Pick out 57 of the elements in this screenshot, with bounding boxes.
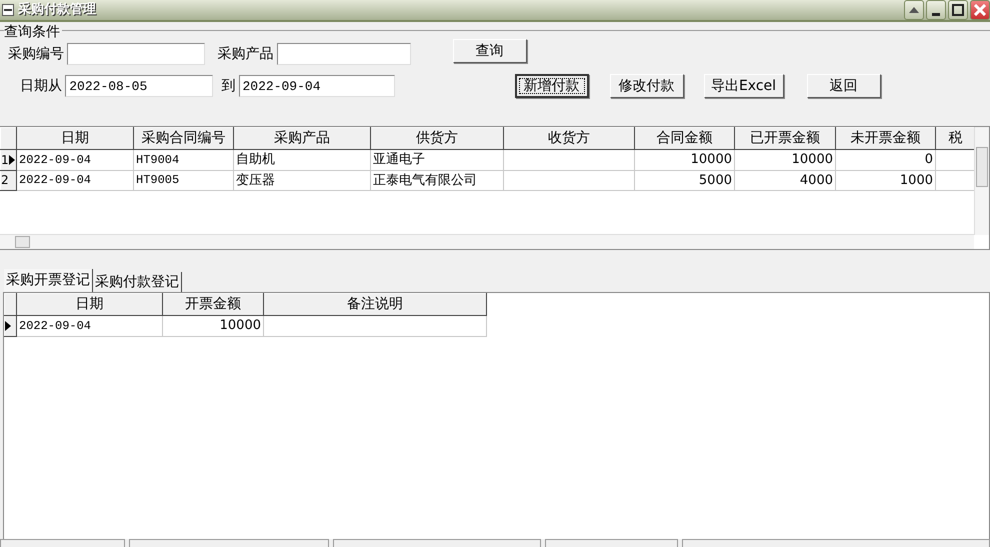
- table-cell: 5000: [634, 170, 734, 190]
- table-cell: 2022-09-04: [16, 170, 134, 190]
- horizontal-scrollbar[interactable]: [0, 234, 974, 249]
- table-cell: 2022-09-04: [16, 316, 162, 336]
- column-header[interactable]: 采购产品: [234, 128, 370, 150]
- maximize-icon: [952, 4, 964, 16]
- column-header[interactable]: 收货方: [504, 128, 634, 150]
- column-header[interactable]: 合同金额: [634, 128, 734, 150]
- row-number: 2: [2, 172, 9, 190]
- collapse-button[interactable]: [904, 0, 924, 20]
- window-title: 采购付款管理: [18, 0, 97, 20]
- column-header[interactable]: 税: [936, 128, 976, 150]
- action-button[interactable]: 修改付款: [610, 74, 684, 98]
- table-cell: 亚通电子: [370, 150, 504, 170]
- input-field[interactable]: 2022-09-04: [238, 75, 394, 97]
- input-field[interactable]: 2022-08-05: [65, 75, 214, 97]
- table-cell: HT9005: [134, 170, 234, 190]
- input-field[interactable]: [276, 43, 410, 65]
- field-label: 日期从: [19, 76, 62, 96]
- table-cell: 1000: [836, 170, 936, 190]
- table-cell: 10000: [634, 150, 734, 170]
- column-header[interactable]: 日期: [16, 294, 162, 316]
- action-button[interactable]: 返回: [806, 74, 880, 98]
- column-header[interactable]: 日期: [16, 128, 134, 150]
- field-label: 采购产品: [217, 44, 274, 64]
- table-cell: 自助机: [234, 150, 370, 170]
- table-cell: 10000: [734, 150, 836, 170]
- action-button[interactable]: 导出Excel: [704, 74, 784, 98]
- field-label: 采购编号: [7, 44, 64, 64]
- column-header[interactable]: 开票金额: [162, 294, 264, 316]
- tab[interactable]: 采购开票登记: [4, 269, 93, 292]
- minimize-button[interactable]: [926, 0, 946, 20]
- maximize-button[interactable]: [948, 0, 968, 20]
- action-button[interactable]: 新增付款: [514, 74, 588, 98]
- table-cell: HT9004: [134, 150, 234, 170]
- search-button[interactable]: 查询: [452, 39, 526, 63]
- collapse-icon: [908, 6, 920, 14]
- field-label: 到: [221, 76, 236, 96]
- table-cell: 0: [836, 150, 936, 170]
- row-number: 1: [2, 152, 9, 169]
- column-header[interactable]: 未开票金额: [836, 128, 936, 150]
- column-header[interactable]: 供货方: [370, 128, 504, 150]
- vertical-scrollbar[interactable]: [974, 127, 989, 235]
- table-cell: 正泰电气有限公司: [370, 170, 504, 190]
- system-menu-icon[interactable]: [2, 4, 14, 16]
- input-field[interactable]: [67, 43, 206, 65]
- tab[interactable]: 采购付款登记: [93, 272, 182, 292]
- column-header[interactable]: 备注说明: [264, 294, 486, 316]
- column-header[interactable]: 采购合同编号: [134, 128, 234, 150]
- minimize-icon: [932, 12, 940, 16]
- close-button[interactable]: [970, 0, 990, 20]
- column-header[interactable]: 已开票金额: [734, 128, 836, 150]
- close-icon: [974, 4, 986, 16]
- table-cell: 4000: [734, 170, 836, 190]
- table-cell: 10000: [162, 316, 264, 336]
- table-cell: 2022-09-04: [16, 150, 134, 170]
- table-cell: 变压器: [234, 170, 370, 190]
